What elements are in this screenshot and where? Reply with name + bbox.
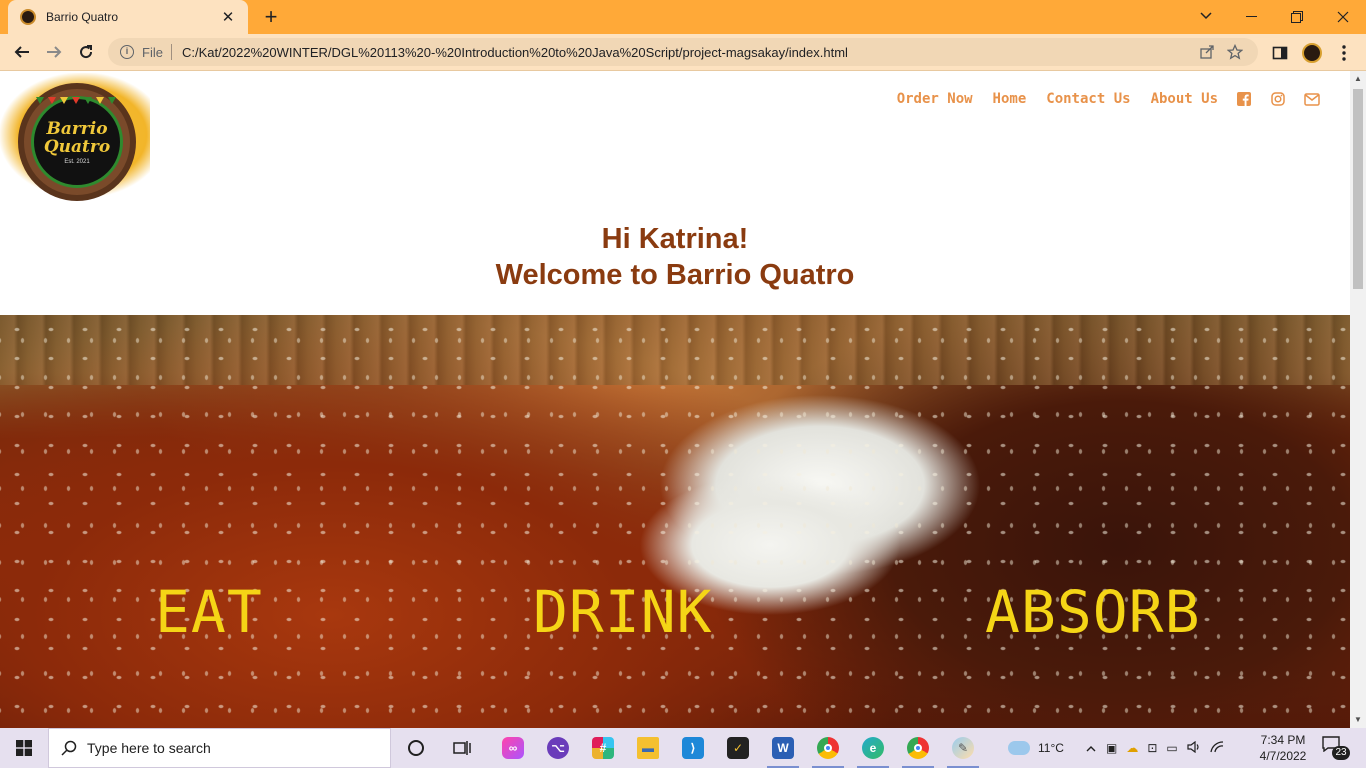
- scrollbar-thumb[interactable]: [1353, 89, 1363, 289]
- browser-tab-strip: Barrio Quatro ✕ +: [0, 0, 1366, 34]
- weather-temperature: 11°C: [1038, 741, 1064, 755]
- system-clock[interactable]: 7:34 PM 4/7/2022: [1248, 732, 1318, 764]
- logo-inner: Barrio Quatro Est. 2021: [31, 96, 123, 188]
- scroll-up-arrow-icon[interactable]: ▲: [1350, 71, 1366, 87]
- side-panel-icon[interactable]: [1267, 40, 1293, 66]
- site-logo[interactable]: Barrio Quatro Est. 2021: [0, 71, 150, 201]
- tray-icons: ▣ ☁ ⊡ ▭: [1086, 728, 1224, 768]
- close-window-icon[interactable]: [1320, 0, 1366, 34]
- greeting-line2: Welcome to Barrio Quatro: [495, 259, 855, 291]
- address-url[interactable]: C:/Kat/2022%20WINTER/DGL%20113%20-%20Int…: [182, 45, 1190, 60]
- taskbar-search-input[interactable]: Type here to search: [48, 728, 391, 768]
- bookmark-star-icon[interactable]: [1224, 41, 1246, 63]
- show-hidden-icons-chevron-icon[interactable]: [1086, 741, 1096, 755]
- logo-text-line1: Barrio: [46, 118, 108, 139]
- nav-home[interactable]: Home: [993, 91, 1027, 107]
- github-app-icon[interactable]: ⌥: [538, 732, 578, 764]
- reload-icon[interactable]: [72, 38, 100, 66]
- new-tab-button[interactable]: +: [258, 4, 284, 30]
- site-info-icon[interactable]: i: [120, 45, 134, 59]
- address-scheme: File: [142, 44, 163, 60]
- hero-word-absorb: ABSORB: [985, 578, 1201, 646]
- norton-app-icon[interactable]: ✓: [718, 732, 758, 764]
- search-icon: [61, 740, 77, 756]
- notification-count-badge: 23: [1332, 746, 1350, 760]
- edge-app-icon[interactable]: e: [853, 732, 893, 768]
- logo-bunting: [36, 97, 116, 105]
- browser-tab[interactable]: Barrio Quatro ✕: [8, 0, 248, 34]
- slack-app-icon[interactable]: #: [583, 732, 623, 764]
- welcome-greeting: Hi Katrina! Welcome to Barrio Quatro: [0, 221, 1350, 293]
- network-adapter-icon[interactable]: ⊡: [1147, 741, 1157, 755]
- chrome-profile-app-icon[interactable]: [898, 732, 938, 768]
- cloud-icon: [1008, 741, 1030, 755]
- windows-taskbar: Type here to search ∞ ⌥ # ▬ ⟩ ✓ W e ✎ 11…: [0, 728, 1366, 768]
- facebook-icon[interactable]: [1236, 91, 1252, 107]
- logo-text-line2: Quatro: [43, 136, 111, 157]
- address-separator: [170, 44, 172, 60]
- scroll-down-arrow-icon[interactable]: ▼: [1350, 712, 1366, 728]
- tab-close-icon[interactable]: ✕: [220, 8, 236, 26]
- instagram-icon[interactable]: [1270, 91, 1286, 107]
- page-viewport: Barrio Quatro Est. 2021 Order Now Home C…: [0, 71, 1350, 728]
- meet-now-icon[interactable]: ▣: [1106, 741, 1117, 755]
- creative-cloud-app-icon[interactable]: ∞: [493, 732, 533, 764]
- battery-icon[interactable]: ▭: [1166, 741, 1177, 755]
- logo-est: Est. 2021: [64, 158, 90, 165]
- email-envelope-icon[interactable]: [1304, 91, 1320, 107]
- windows-start-icon[interactable]: [0, 728, 48, 768]
- share-icon[interactable]: [1196, 41, 1218, 63]
- taskbar-search-placeholder: Type here to search: [87, 740, 211, 756]
- nav-order-now[interactable]: Order Now: [897, 91, 973, 107]
- forward-arrow-icon[interactable]: [40, 38, 68, 66]
- clock-date: 4/7/2022: [1259, 749, 1307, 763]
- chrome-app-icon[interactable]: [808, 732, 848, 768]
- site-favicon-icon: [20, 9, 36, 25]
- paint-app-icon[interactable]: ✎: [943, 732, 983, 768]
- weather-widget[interactable]: 11°C: [1008, 728, 1064, 768]
- vscode-app-icon[interactable]: ⟩: [673, 732, 713, 764]
- volume-icon[interactable]: [1187, 740, 1201, 756]
- hero-image: EAT DRINK ABSORB: [0, 315, 1350, 728]
- menu-kebab-icon[interactable]: [1331, 40, 1357, 66]
- file-explorer-app-icon[interactable]: ▬: [628, 732, 668, 764]
- wifi-icon[interactable]: [1210, 740, 1224, 756]
- greeting-line1: Hi Katrina!: [601, 223, 749, 255]
- hero-sesame-texture-2: [0, 315, 1350, 728]
- notification-center-icon[interactable]: 23: [1322, 736, 1352, 760]
- address-bar[interactable]: i File C:/Kat/2022%20WINTER/DGL%20113%20…: [108, 38, 1258, 66]
- hero-word-drink: DRINK: [533, 578, 713, 646]
- hero-word-eat: EAT: [155, 578, 263, 646]
- tab-search-icon[interactable]: [1192, 2, 1220, 30]
- restore-icon[interactable]: [1274, 0, 1320, 34]
- main-nav: Order Now Home Contact Us About Us: [877, 91, 1320, 107]
- nav-contact-us[interactable]: Contact Us: [1046, 91, 1130, 107]
- nav-about-us[interactable]: About Us: [1151, 91, 1218, 107]
- back-arrow-icon[interactable]: [8, 38, 36, 66]
- tab-title: Barrio Quatro: [46, 10, 119, 24]
- task-view-icon[interactable]: [443, 732, 483, 764]
- clock-time: 7:34 PM: [1260, 733, 1306, 747]
- onedrive-alert-icon[interactable]: ☁: [1126, 741, 1138, 755]
- cortana-icon[interactable]: [396, 732, 436, 764]
- browser-toolbar: i File C:/Kat/2022%20WINTER/DGL%20113%20…: [0, 34, 1366, 71]
- profile-avatar[interactable]: [1299, 40, 1325, 66]
- word-app-icon[interactable]: W: [763, 732, 803, 768]
- minimize-icon[interactable]: [1228, 0, 1274, 34]
- page-scrollbar[interactable]: ▲ ▼: [1350, 71, 1366, 728]
